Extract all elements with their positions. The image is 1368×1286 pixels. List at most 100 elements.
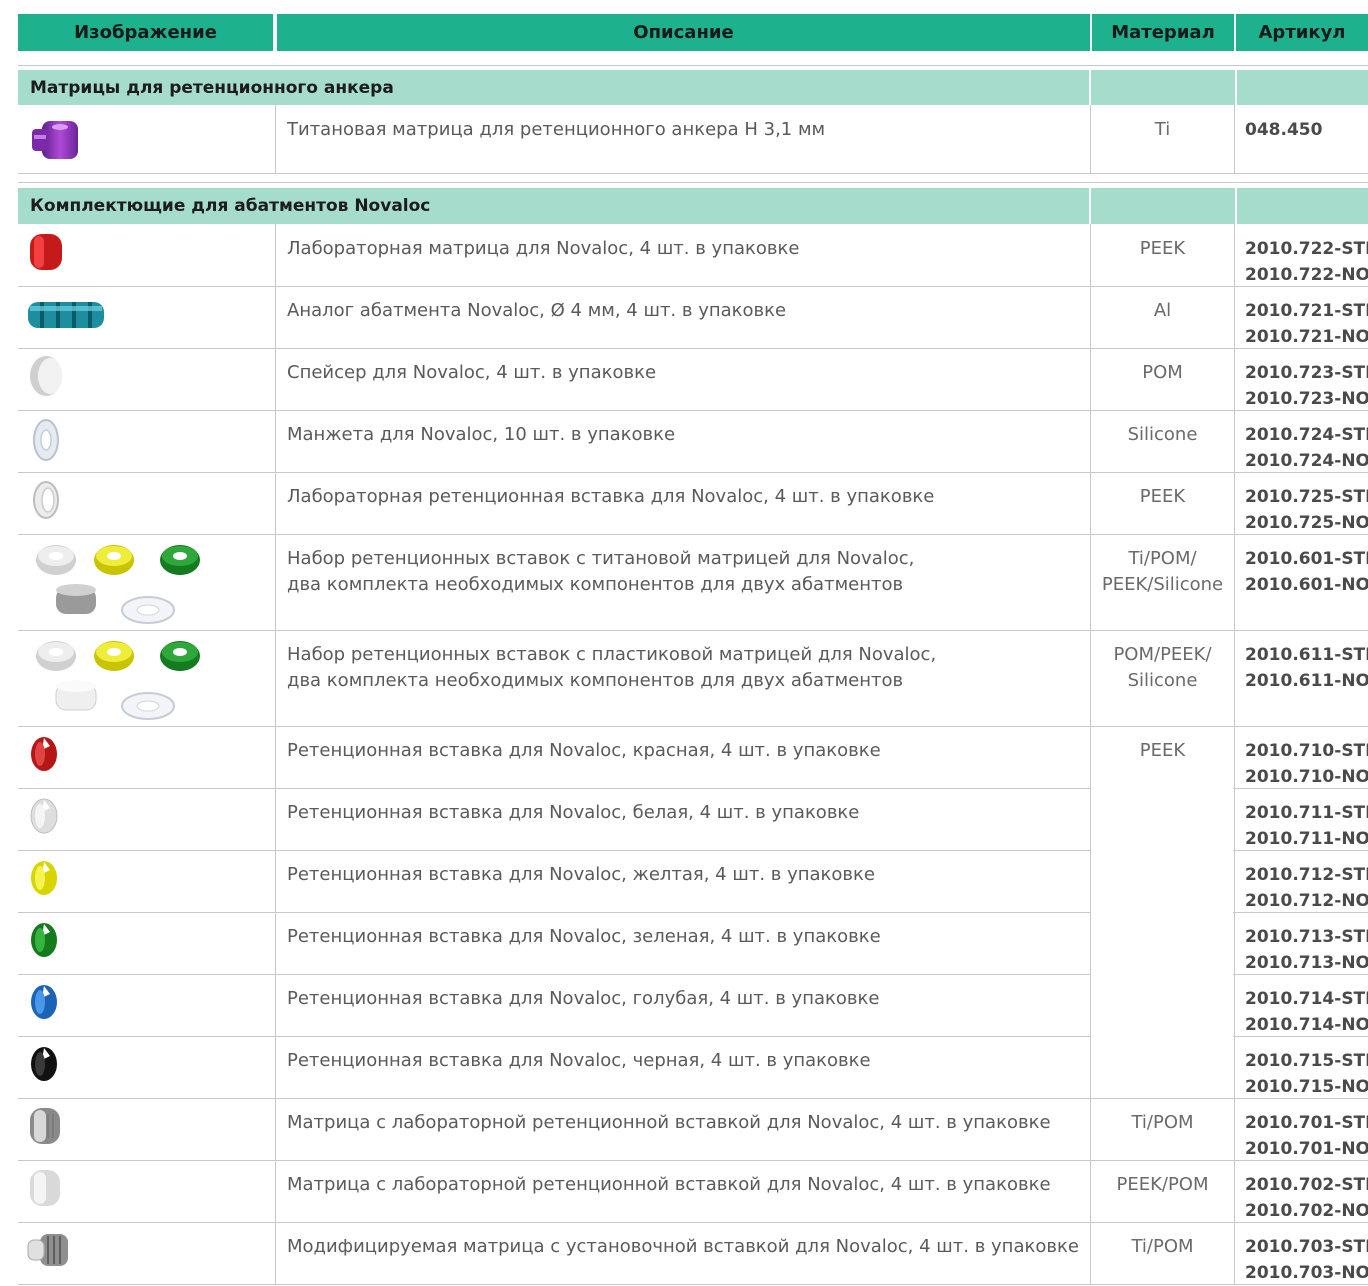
table-row: Модифицируемая матрица с установочной вс… xyxy=(18,1222,1368,1285)
article-numbers: 2010.714-STM 2010.714-NOV xyxy=(1245,986,1368,1038)
ring-seal-icon xyxy=(33,419,59,461)
article-code: 2010.611-STM xyxy=(1245,645,1368,665)
article-code: 2010.721-STM xyxy=(1245,301,1368,321)
material-text: PEEK xyxy=(1139,486,1186,507)
black-insert-icon xyxy=(31,1047,57,1081)
article-code: 2010.724-NOV xyxy=(1245,451,1368,471)
table-row: Лабораторная ретенционная вставка для No… xyxy=(18,472,1368,535)
blue-insert-icon xyxy=(31,985,57,1019)
description-text: Манжета для Novaloc, 10 шт. в упаковке xyxy=(287,424,676,445)
material-text: Ti/POM/ PEEK/Silicone xyxy=(1101,548,1224,595)
article-numbers: 2010.713-STM 2010.713-NOV xyxy=(1245,924,1368,976)
table-row: Лабораторная матрица для Novaloc, 4 шт. … xyxy=(18,224,1368,287)
table-row: Набор ретенционных вставок с пластиковой… xyxy=(18,630,1368,727)
divider xyxy=(18,65,1368,66)
red-lab-matrix-icon xyxy=(30,234,62,270)
article-code: 2010.715-STM xyxy=(1245,1051,1368,1071)
material-text: Silicone xyxy=(1127,424,1198,445)
description-text: Лабораторная матрица для Novaloc, 4 шт. … xyxy=(287,238,800,259)
article-code: 2010.723-STM xyxy=(1245,363,1368,383)
article-code: 2010.601-NOV xyxy=(1245,575,1368,595)
article-numbers: 2010.611-STM 2010.611-NOV xyxy=(1245,642,1368,694)
table-row: Аналог абатмента Novaloc, Ø 4 мм, 4 шт. … xyxy=(18,286,1368,349)
description-text: Ретенционная вставка для Novaloc, белая,… xyxy=(287,802,860,823)
table-row: Набор ретенционных вставок с титановой м… xyxy=(18,534,1368,631)
material-text: PEEK xyxy=(1139,740,1186,761)
description-text: Ретенционная вставка для Novaloc, черная… xyxy=(287,1050,871,1071)
teal-analog-icon xyxy=(28,302,104,328)
article-numbers: 2010.701-STM 2010.701-NOV xyxy=(1245,1110,1368,1162)
table-row: Матрица с лабораторной ретенционной вста… xyxy=(18,1160,1368,1223)
article-numbers: 2010.711-STM 2010.711-NOV xyxy=(1245,800,1368,852)
article-code: 2010.712-NOV xyxy=(1245,891,1368,911)
article-numbers: 2010.712-STM 2010.712-NOV xyxy=(1245,862,1368,914)
description-text: Модифицируемая матрица с установочной вс… xyxy=(287,1236,1079,1257)
description-text: Набор ретенционных вставок с титановой м… xyxy=(287,548,915,595)
header-article: Артикул xyxy=(1236,14,1368,51)
article-numbers: 2010.702-STM 2010.702-NOV xyxy=(1245,1172,1368,1224)
article-code: 2010.711-NOV xyxy=(1245,829,1368,849)
article-code: 2010.701-STM xyxy=(1245,1113,1368,1133)
description-text: Ретенционная вставка для Novaloc, красна… xyxy=(287,740,881,761)
article-numbers: 2010.721-STM 2010.721-NOV xyxy=(1245,298,1368,350)
description-text: Набор ретенционных вставок с пластиковой… xyxy=(287,644,937,691)
article-code: 2010.713-STM xyxy=(1245,927,1368,947)
article-code: 2010.714-STM xyxy=(1245,989,1368,1009)
material-text: POM/PEEK/ Silicone xyxy=(1113,644,1212,691)
article-code: 2010.725-STM xyxy=(1245,487,1368,507)
article-code: 2010.714-NOV xyxy=(1245,1015,1368,1035)
section-title: Комплектющие для абатментов Novaloc xyxy=(30,196,431,216)
article-numbers: 2010.703-STM 2010.703-NOV xyxy=(1245,1234,1368,1286)
table-row: Титановая матрица для ретенционного анке… xyxy=(18,105,1368,174)
titanium-matrix-icon xyxy=(30,1108,60,1144)
green-insert-icon xyxy=(31,923,57,957)
peek-matrix-icon xyxy=(30,1170,60,1206)
article-code: 2010.710-STM xyxy=(1245,741,1368,761)
insert-kit-titanium-icon xyxy=(36,545,200,624)
article-numbers: 2010.722-STM 2010.722-NOV xyxy=(1245,236,1368,288)
material-text: Ti xyxy=(1154,119,1171,140)
material-text: PEEK xyxy=(1139,238,1186,259)
description-text: Ретенционная вставка для Novaloc, желтая… xyxy=(287,864,875,885)
article-code: 2010.724-STM xyxy=(1245,425,1368,445)
article-code: 2010.702-NOV xyxy=(1245,1201,1368,1221)
clear-insert-icon xyxy=(33,481,59,519)
section-title: Матрицы для ретенционного анкера xyxy=(30,77,394,98)
description-text: Спейсер для Novaloc, 4 шт. в упаковке xyxy=(287,362,657,383)
article-code: 2010.601-STM xyxy=(1245,549,1368,569)
header-description: Описание xyxy=(277,14,1090,51)
article-code: 2010.701-NOV xyxy=(1245,1139,1368,1159)
material-text: Al xyxy=(1153,300,1172,321)
description-text: Ретенционная вставка для Novaloc, голуба… xyxy=(287,988,880,1009)
description-text: Матрица с лабораторной ретенционной вста… xyxy=(287,1174,1051,1195)
header-image: Изображение xyxy=(18,14,273,51)
table-row: Матрица с лабораторной ретенционной вста… xyxy=(18,1098,1368,1161)
material-text: PEEK/POM xyxy=(1116,1174,1209,1195)
description-text: Ретенционная вставка для Novaloc, зелена… xyxy=(287,926,881,947)
article-code: 2010.702-STM xyxy=(1245,1175,1368,1195)
insert-kit-plastic-icon xyxy=(36,641,200,720)
article-code: 2010.723-NOV xyxy=(1245,389,1368,409)
material-text: POM xyxy=(1142,362,1183,383)
article-numbers: 2010.601-STM 2010.601-NOV xyxy=(1245,546,1368,598)
article-code: 2010.715-NOV xyxy=(1245,1077,1368,1097)
description-text: Лабораторная ретенционная вставка для No… xyxy=(287,486,935,507)
article-code: 2010.722-NOV xyxy=(1245,265,1368,285)
article-code: 2010.703-STM xyxy=(1245,1237,1368,1257)
table-row: Спейсер для Novaloc, 4 шт. в упаковке POM… xyxy=(18,348,1368,411)
header-material: Материал xyxy=(1092,14,1234,51)
yellow-insert-icon xyxy=(31,861,57,895)
merged-material-cell xyxy=(1091,766,1233,1097)
description-text: Титановая матрица для ретенционного анке… xyxy=(287,119,826,140)
article-code: 2010.722-STM xyxy=(1245,239,1368,259)
article-code: 2010.713-NOV xyxy=(1245,953,1368,973)
article-code: 2010.712-STM xyxy=(1245,865,1368,885)
article-code: 2010.611-NOV xyxy=(1245,671,1368,691)
article-numbers: 048.450 xyxy=(1245,117,1322,143)
divider xyxy=(18,182,1368,183)
article-code: 2010.725-NOV xyxy=(1245,513,1368,533)
material-text: Ti/POM xyxy=(1131,1112,1194,1133)
white-spacer-icon xyxy=(30,356,62,396)
article-numbers: 2010.723-STM 2010.723-NOV xyxy=(1245,360,1368,412)
article-numbers: 2010.715-STM 2010.715-NOV xyxy=(1245,1048,1368,1100)
